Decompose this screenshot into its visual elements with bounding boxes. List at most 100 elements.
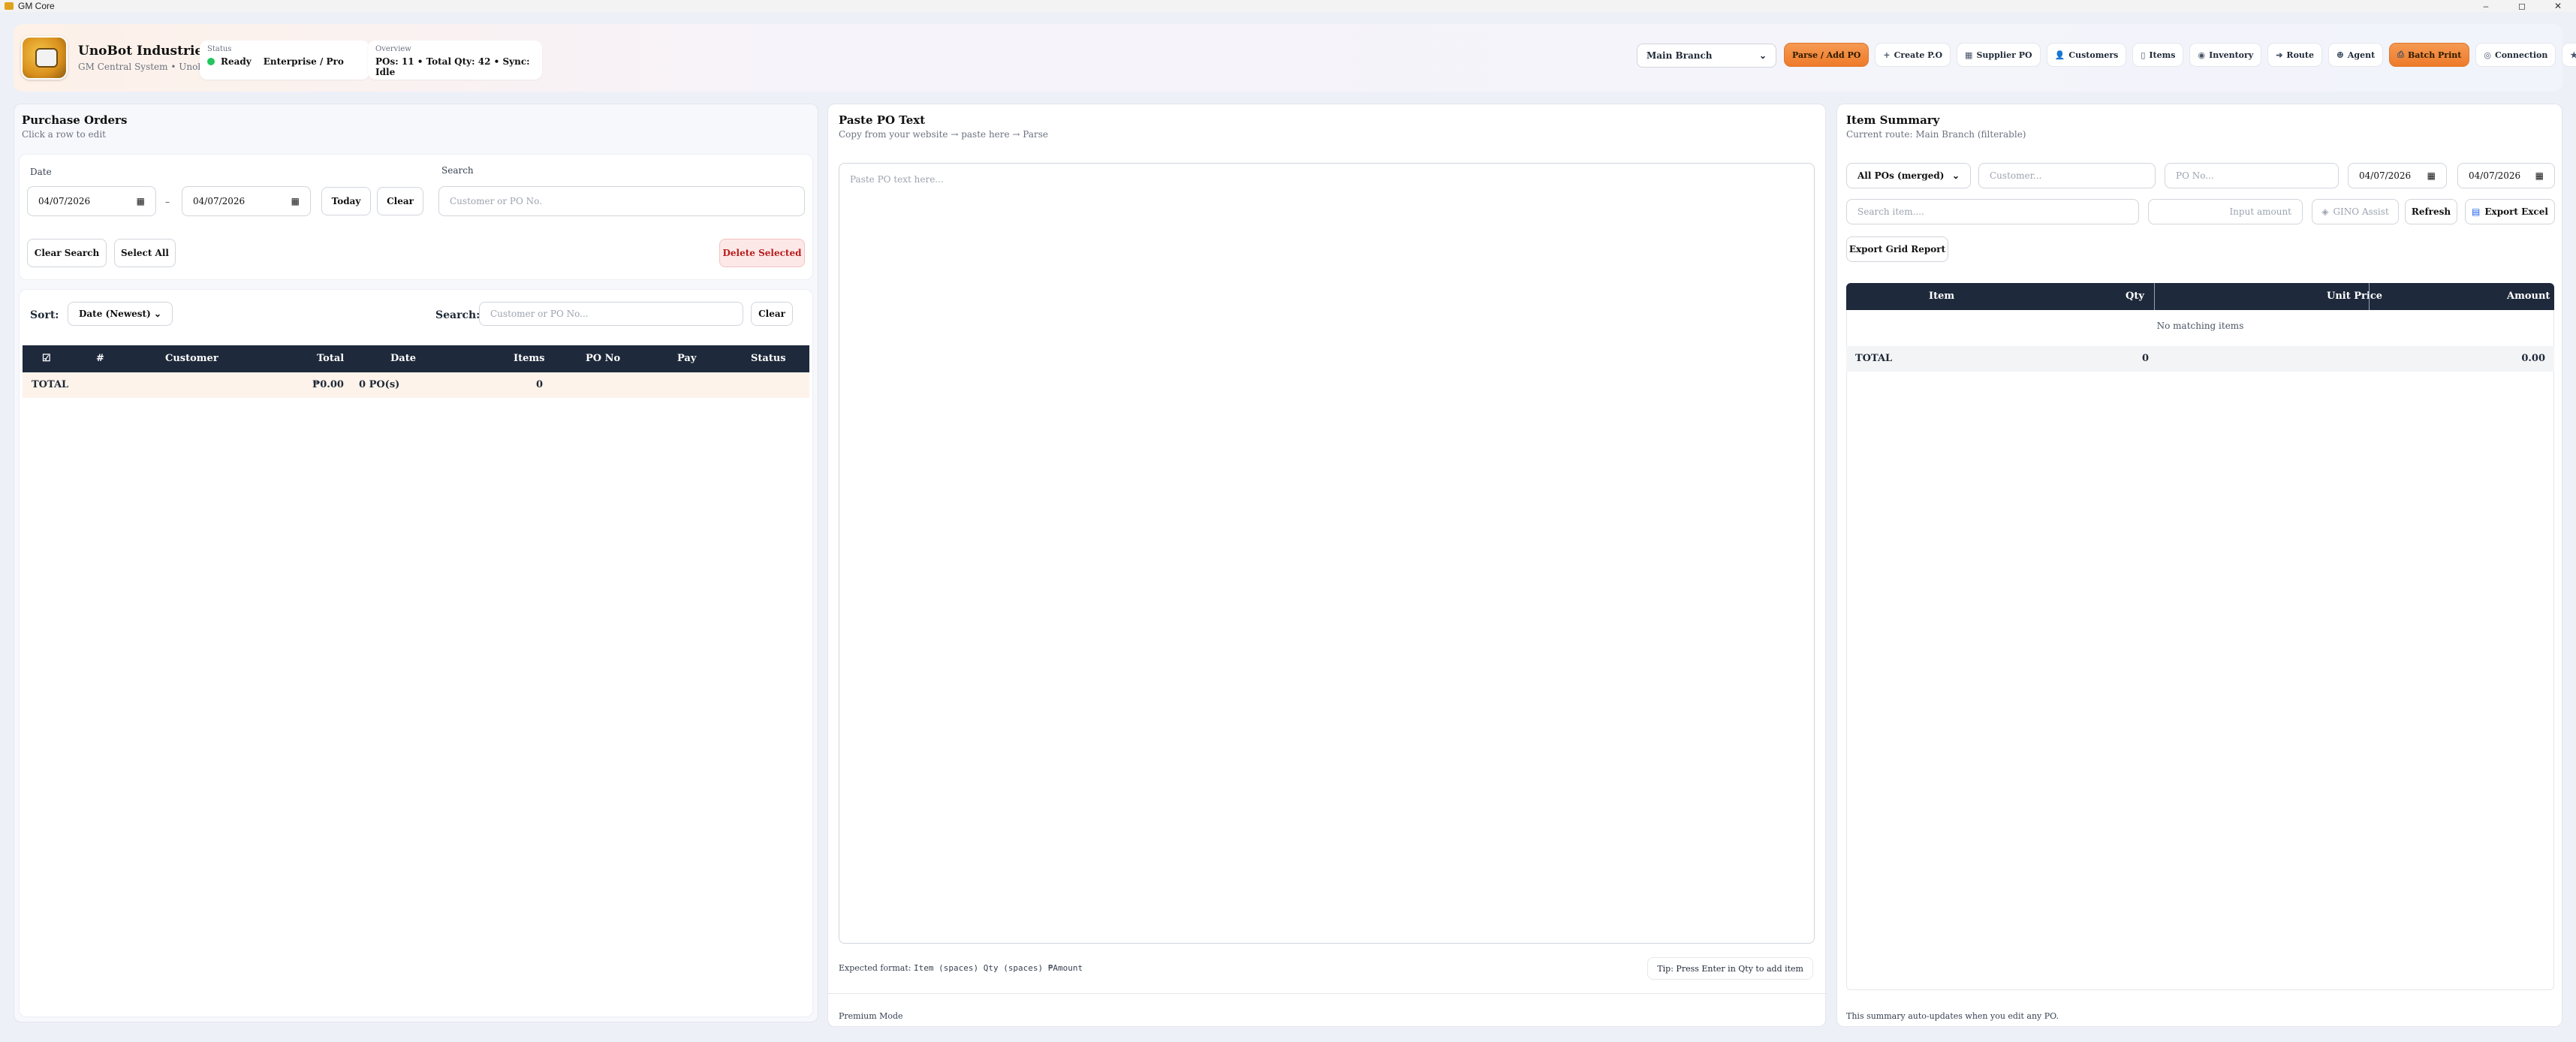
toolbar-icon: ★ (2570, 50, 2576, 60)
item-summary-panel: Item Summary Current route: Main Branch … (1836, 104, 2562, 1027)
gino-assist-label: GINO Assist (2333, 206, 2389, 217)
calendar-icon: ▦ (291, 196, 300, 206)
summary-date-from[interactable]: 04/07/2026 ▦ (2348, 163, 2447, 188)
brand-subtitle: GM Central System • Unobot (78, 62, 213, 72)
toolbar-button-items[interactable]: ▯ Items (2132, 43, 2184, 67)
toolbar-button-label: Inventory (2209, 50, 2254, 60)
status-edition: Enterprise / Pro (263, 56, 344, 67)
mode-label: Premium Mode (839, 1011, 903, 1021)
tip-badge: Tip: Press Enter in Qty to add item (1647, 957, 1813, 980)
today-button[interactable]: Today (321, 187, 371, 215)
date-to-input[interactable]: 04/07/2026 ▦ (182, 186, 311, 216)
toolbar-icon: 👤 (2054, 50, 2065, 60)
col-status: Status (751, 353, 786, 364)
toolbar-button-label: Supplier PO (1976, 50, 2032, 60)
column-divider (2154, 283, 2155, 310)
search-input[interactable]: Customer or PO No. (438, 186, 805, 216)
date-label: Date (30, 167, 52, 177)
purchase-orders-panel: Purchase Orders Click a row to edit Date… (14, 104, 818, 1022)
toolbar-button-parse-add-po[interactable]: Parse / Add PO (1784, 43, 1869, 67)
format-text: Item (spaces) Qty (spaces) ₱Amount (913, 963, 1083, 973)
po-filter-input[interactable]: PO No... (2165, 163, 2339, 188)
spreadsheet-icon: ▤ (2472, 206, 2481, 217)
status-state: Ready (221, 56, 252, 67)
maximize-button[interactable]: ◻ (2504, 0, 2540, 12)
toolbar-button-admin[interactable]: ★Admin (2562, 43, 2576, 67)
toolbar-button-agent[interactable]: ☻ Agent (2327, 43, 2384, 67)
sort-select[interactable]: Date (Newest) ⌄ (68, 302, 173, 326)
toolbar-button-route[interactable]: ➜ Route (2267, 43, 2322, 67)
logo (21, 36, 68, 80)
col-item: Item (1929, 291, 1955, 302)
toolbar-button-label: Route (2286, 50, 2314, 60)
date-from-input[interactable]: 04/07/2026 ▦ (27, 186, 156, 216)
empty-message: No matching items (2156, 321, 2244, 331)
item-search-input[interactable]: Search item.... (1846, 199, 2139, 224)
export-grid-report-button[interactable]: Export Grid Report (1846, 236, 1948, 262)
summary-date-to-value: 04/07/2026 (2469, 170, 2521, 181)
toolbar-button-inventory[interactable]: ◉ Inventory (2189, 43, 2262, 67)
toolbar: Parse / Add PO + Create P.O ▦ Supplier PO 👤 Cu… (1784, 43, 2576, 67)
search2-label: Search: (435, 309, 481, 321)
gino-assist-button[interactable]: ◈ GINO Assist (2312, 199, 2399, 224)
panel-subtitle: Click a row to edit (22, 129, 106, 140)
branch-select[interactable]: Main Branch ⌄ (1637, 44, 1776, 68)
brand: UnoBot Industries GM Central System • Un… (21, 36, 212, 80)
col-number: # (96, 353, 104, 364)
po-filter-select[interactable]: All POs (merged) ⌄ (1846, 163, 1971, 188)
search-label: Search (441, 165, 474, 176)
list-clear-button[interactable]: Clear (751, 302, 793, 326)
overview-label: Overview (375, 45, 411, 53)
col-total: Total (317, 353, 345, 364)
po-filter-value: All POs (merged) (1857, 170, 1945, 181)
calendar-icon: ▦ (2427, 170, 2436, 181)
chevron-down-icon: ⌄ (153, 309, 161, 319)
toolbar-icon: ◉ (2198, 50, 2206, 60)
summary-total-amount: 0.00 (2521, 353, 2545, 364)
select-all-button[interactable]: Select All (114, 239, 176, 267)
summary-total-row: TOTAL 0 0.00 (1846, 346, 2554, 372)
close-button[interactable]: ✕ (2540, 0, 2576, 12)
toolbar-button-label: Batch Print (2407, 50, 2462, 60)
toolbar-icon: + (1883, 50, 1891, 60)
total-count: 0 PO(s) (359, 379, 400, 390)
panel-title: Item Summary (1846, 113, 1940, 127)
toolbar-icon: ◎ (2484, 50, 2491, 60)
panel-title: Paste PO Text (839, 113, 926, 127)
date-separator: – (165, 197, 170, 207)
toolbar-button-create-p-o[interactable]: + Create P.O (1875, 43, 1951, 67)
status-card: Status Ready Enterprise / Pro (200, 41, 369, 80)
window-title: GM Core (18, 1, 55, 11)
toolbar-button-batch-print[interactable]: ⎙ Batch Print (2389, 43, 2470, 67)
date-to-value: 04/07/2026 (193, 196, 246, 206)
total-amount: ₱0.00 (312, 379, 344, 390)
customer-filter-input[interactable]: Customer... (1978, 163, 2156, 188)
toolbar-button-customers[interactable]: 👤 Customers (2046, 43, 2127, 67)
po-text-area[interactable]: Paste PO text here... (839, 163, 1815, 944)
refresh-button[interactable]: Refresh (2405, 199, 2457, 224)
summary-table-header: Item Qty Unit Price Amount (1846, 283, 2554, 310)
calendar-icon: ▦ (2535, 170, 2544, 181)
toolbar-button-label: Agent (2347, 50, 2376, 60)
delete-selected-button[interactable]: Delete Selected (719, 239, 805, 267)
summary-date-to[interactable]: 04/07/2026 ▦ (2457, 163, 2555, 188)
clear-search-button[interactable]: Clear Search (27, 239, 107, 267)
orders-list-card: Sort: Date (Newest) ⌄ Search: Customer o… (19, 289, 813, 1017)
column-divider (2369, 283, 2370, 310)
toolbar-button-connection[interactable]: ◎ Connection (2475, 43, 2556, 67)
total-label: TOTAL (32, 379, 69, 390)
export-excel-button[interactable]: ▤ Export Excel (2465, 199, 2555, 224)
status-label: Status (207, 45, 232, 53)
app-header: UnoBot Industries GM Central System • Un… (14, 24, 2576, 92)
branch-value: Main Branch (1647, 50, 1713, 61)
toolbar-button-supplier-po[interactable]: ▦ Supplier PO (1957, 43, 2041, 67)
filter-card: Date 04/07/2026 ▦ – 04/07/2026 ▦ Today C… (19, 154, 813, 280)
minimize-button[interactable]: – (2468, 0, 2504, 12)
list-search-input[interactable]: Customer or PO No... (479, 302, 743, 326)
chevron-down-icon: ⌄ (1951, 170, 1960, 181)
export-excel-label: Export Excel (2484, 206, 2548, 217)
amount-input[interactable]: Input amount (2148, 199, 2303, 224)
col-po-no: PO No (586, 353, 621, 364)
select-all-checkbox[interactable]: ☑ (42, 353, 51, 364)
clear-date-button[interactable]: Clear (377, 187, 423, 215)
